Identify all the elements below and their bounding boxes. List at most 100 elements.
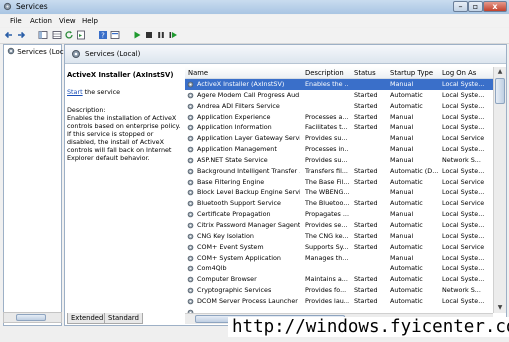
- service-name: ASP.NET State Service: [197, 155, 268, 164]
- pause-service-icon[interactable]: [156, 30, 166, 40]
- menu-action[interactable]: Action: [30, 17, 52, 25]
- service-row[interactable]: ASP.NET State Service Provides su... Manua…: [185, 155, 493, 166]
- service-row[interactable]: Andrea ADI Filters Service Started Automat…: [185, 101, 493, 112]
- service-row[interactable]: DCOM Server Process Launcher Provides lau…: [185, 296, 493, 307]
- service-description: The Bluetoo...: [305, 199, 349, 208]
- service-log-on-as: Local Service: [442, 242, 485, 251]
- service-row[interactable]: Application Experience Processes a... Star…: [185, 112, 493, 123]
- service-name: Computer Browser: [197, 275, 257, 284]
- service-description: Provides fo...: [305, 286, 347, 295]
- service-row[interactable]: Application Information Facilitates t... S…: [185, 122, 493, 133]
- service-status: Started: [354, 166, 378, 175]
- service-startup-type: Automatic: [390, 101, 423, 110]
- menu-help[interactable]: Help: [82, 17, 98, 25]
- show-hide-console-tree-icon[interactable]: [38, 30, 48, 40]
- scroll-up-arrow[interactable]: ▲: [495, 67, 505, 77]
- service-row[interactable]: Application Management Processes in... Man…: [185, 144, 493, 155]
- vertical-scroll-thumb[interactable]: [495, 78, 505, 104]
- service-name: DCOM Server Process Launcher: [197, 296, 298, 305]
- service-description: Manages th...: [305, 253, 349, 262]
- service-description: Provides su...: [305, 134, 348, 143]
- service-row[interactable]: Agere Modem Call Progress Aud... Started A…: [185, 90, 493, 101]
- start-service-link[interactable]: Start: [67, 88, 83, 96]
- service-log-on-as: Local Syste...: [442, 231, 485, 240]
- close-button[interactable]: x: [483, 1, 507, 12]
- menu-view[interactable]: View: [59, 17, 76, 25]
- export-list-icon[interactable]: [76, 30, 86, 40]
- service-row[interactable]: ActiveX Installer (AxInstSV) Enables the …: [185, 79, 493, 90]
- service-name: CNG Key Isolation: [197, 231, 254, 240]
- service-status: Started: [354, 296, 378, 305]
- service-startup-type: Manual: [390, 112, 414, 121]
- service-description: The WBENG...: [305, 188, 349, 197]
- service-status: Started: [354, 123, 378, 132]
- service-row[interactable]: COM+ Event System Supports Sy... Started Au…: [185, 242, 493, 253]
- service-row[interactable]: Background Intelligent Transfer ... Trans…: [185, 166, 493, 177]
- view-icon[interactable]: [110, 30, 120, 40]
- column-header-status[interactable]: Status: [354, 69, 376, 77]
- menu-file[interactable]: File: [10, 17, 22, 25]
- service-description: Maintains a...: [305, 275, 348, 284]
- scroll-down-arrow[interactable]: ▼: [495, 303, 505, 313]
- tab-standard[interactable]: Standard: [104, 313, 143, 324]
- service-name: Com4Qlb: [197, 264, 227, 273]
- service-row[interactable]: Bluetooth Support Service The Bluetoo... S…: [185, 198, 493, 209]
- service-startup-type: Automatic (D...: [390, 166, 439, 175]
- service-row[interactable]: CNG Key Isolation The CNG ke... Started Man…: [185, 231, 493, 242]
- service-startup-type: Manual: [390, 253, 414, 262]
- back-icon[interactable]: [4, 30, 14, 40]
- gear-icon: [72, 50, 80, 58]
- start-line: Start the service: [67, 88, 183, 96]
- service-status: Started: [354, 101, 378, 110]
- service-row[interactable]: Cryptographic Services Provides fo... Star…: [185, 285, 493, 296]
- service-startup-type: Automatic: [390, 177, 423, 186]
- gear-icon: [7, 47, 15, 55]
- service-row[interactable]: Computer Browser Maintains a... Started Aut…: [185, 274, 493, 285]
- service-status: Started: [354, 231, 378, 240]
- refresh-icon[interactable]: [64, 30, 74, 40]
- service-description: Enables the ...: [305, 80, 349, 88]
- service-row[interactable]: Base Filtering Engine The Base Fil... Star…: [185, 177, 493, 188]
- services-pane: Services (Local) ActiveX Installer (AxIn…: [64, 44, 507, 326]
- column-header-name[interactable]: Name: [188, 69, 208, 77]
- stop-service-icon[interactable]: [144, 30, 154, 40]
- service-name: Certificate Propagation: [197, 210, 271, 219]
- service-startup-type: Automatic: [390, 242, 423, 251]
- tree-item-services-local[interactable]: Services (Local): [7, 47, 73, 56]
- service-gear-icon: [187, 266, 194, 272]
- service-name: Application Layer Gateway Service: [197, 134, 300, 143]
- help-icon[interactable]: ?: [98, 30, 108, 40]
- service-row[interactable]: Com4Qlb Automatic Local Syste...: [185, 263, 493, 274]
- service-description: Processes a...: [305, 112, 349, 121]
- service-status: Started: [354, 242, 378, 251]
- column-header-description[interactable]: Description: [305, 69, 344, 77]
- service-name: COM+ Event System: [197, 242, 264, 251]
- service-startup-type: Automatic: [390, 264, 423, 273]
- service-startup-type: Manual: [390, 145, 414, 154]
- forward-icon[interactable]: [16, 30, 26, 40]
- service-row[interactable]: Citrix Password Manager Sagent Provides s…: [185, 220, 493, 231]
- service-startup-type: Automatic: [390, 275, 423, 284]
- minimize-button[interactable]: –: [453, 1, 468, 12]
- service-gear-icon: [187, 255, 194, 261]
- column-header-startup-type[interactable]: Startup Type: [390, 69, 433, 77]
- maximize-button[interactable]: ▫: [468, 1, 483, 12]
- restart-service-icon[interactable]: [168, 30, 178, 40]
- service-row[interactable]: Certificate Propagation Propagates ... Man…: [185, 209, 493, 220]
- service-row[interactable]: Application Layer Gateway Service Provide…: [185, 133, 493, 144]
- tab-extended[interactable]: Extended: [67, 313, 108, 324]
- service-row[interactable]: Block Level Backup Engine Service The WBE…: [185, 187, 493, 198]
- properties-grid-icon[interactable]: [52, 30, 62, 40]
- service-log-on-as: Local Syste...: [442, 123, 485, 132]
- left-horizontal-scrollbar[interactable]: [3, 312, 62, 323]
- vertical-scrollbar[interactable]: ▲ ▼: [493, 67, 506, 313]
- service-status: Started: [354, 112, 378, 121]
- start-service-icon[interactable]: [132, 30, 142, 40]
- service-row[interactable]: COM+ System Application Manages th... Manu…: [185, 253, 493, 264]
- service-gear-icon: [187, 222, 194, 229]
- left-scroll-thumb[interactable]: [16, 314, 46, 321]
- service-description-panel: ActiveX Installer (AxInstSV) Start the s…: [67, 71, 183, 162]
- column-header-log-on-as[interactable]: Log On As: [442, 69, 476, 77]
- service-startup-type: Automatic: [390, 286, 423, 295]
- service-gear-icon: [187, 233, 194, 240]
